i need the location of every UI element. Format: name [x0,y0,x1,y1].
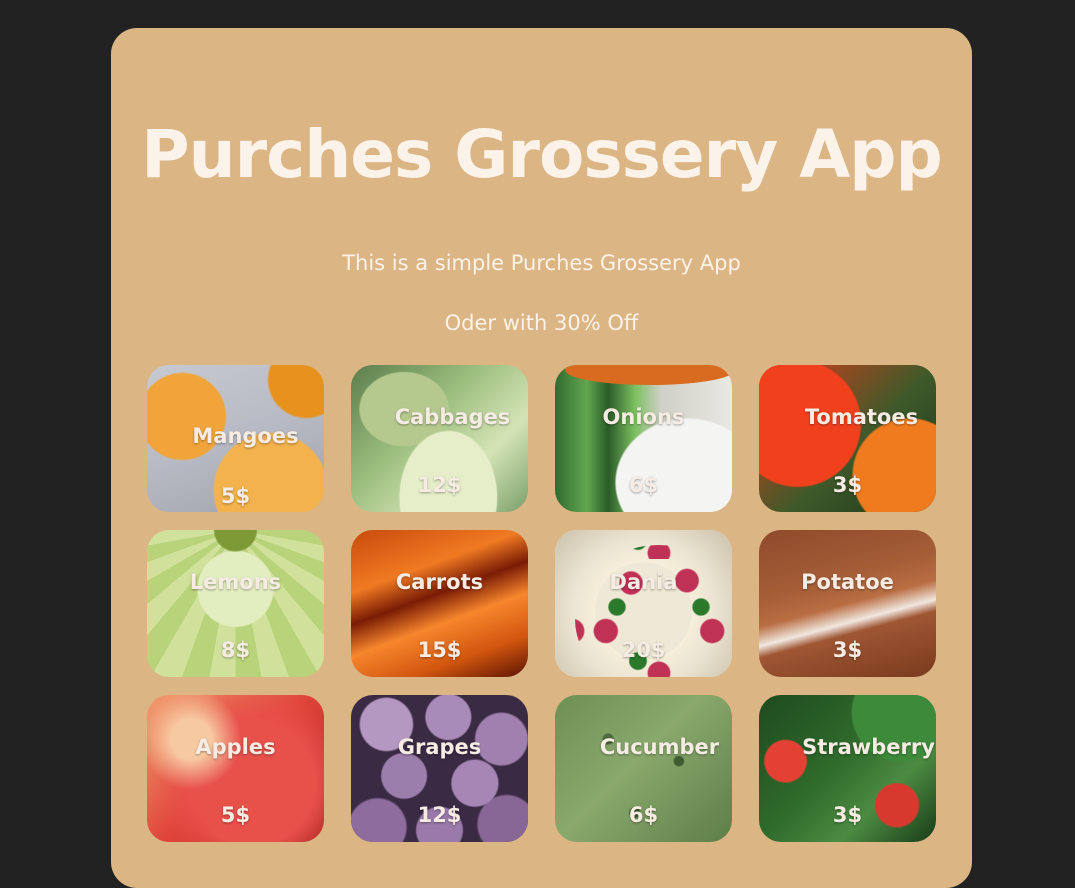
product-card-strawberry[interactable]: Strawberry 3$ [759,695,936,842]
product-price: 12$ [417,473,462,497]
product-price: 3$ [832,638,863,662]
product-price: 15$ [417,638,462,662]
product-card-lemons[interactable]: Lemons 8$ [147,530,324,677]
product-name: Dania [609,570,678,594]
product-name: Lemons [189,570,282,594]
product-card-potatoe[interactable]: Potatoe 3$ [759,530,936,677]
product-name: Apples [195,735,276,759]
product-name: Strawberry [802,735,935,759]
product-name: Mangoes [192,424,299,448]
product-card-cabbages[interactable]: Cabbages 12$ [351,365,528,512]
product-card-mangoes[interactable]: Mangoes 5$ [147,365,324,512]
product-price: 12$ [417,803,462,827]
product-name: Grapes [397,735,482,759]
product-card-cucumber[interactable]: Cucumber 6$ [555,695,732,842]
product-name: Tomatoes [804,405,919,429]
product-grid: Mangoes 5$ Cabbages 12$ Onions 6$ Tomato… [147,365,936,842]
page-title: Purches Grossery App [141,116,943,193]
offer-text: Oder with 30% Off [444,311,639,335]
product-price: 6$ [628,803,659,827]
product-price: 20$ [621,638,666,662]
product-card-dania[interactable]: Dania 20$ [555,530,732,677]
app-card: Purches Grossery App This is a simple Pu… [111,28,972,888]
page-subtitle: This is a simple Purches Grossery App [342,251,741,275]
product-name: Carrots [395,570,484,594]
product-price: 6$ [628,473,659,497]
product-price: 3$ [832,473,863,497]
product-price: 3$ [832,803,863,827]
product-name: Cucumber [599,735,720,759]
product-name: Cabbages [394,405,511,429]
product-price: 5$ [220,803,251,827]
product-name: Potatoe [801,570,894,594]
product-card-tomatoes[interactable]: Tomatoes 3$ [759,365,936,512]
product-card-grapes[interactable]: Grapes 12$ [351,695,528,842]
product-name: Onions [602,405,685,429]
product-card-apples[interactable]: Apples 5$ [147,695,324,842]
product-card-carrots[interactable]: Carrots 15$ [351,530,528,677]
product-card-onions[interactable]: Onions 6$ [555,365,732,512]
product-price: 8$ [220,638,251,662]
product-price: 5$ [220,484,251,508]
